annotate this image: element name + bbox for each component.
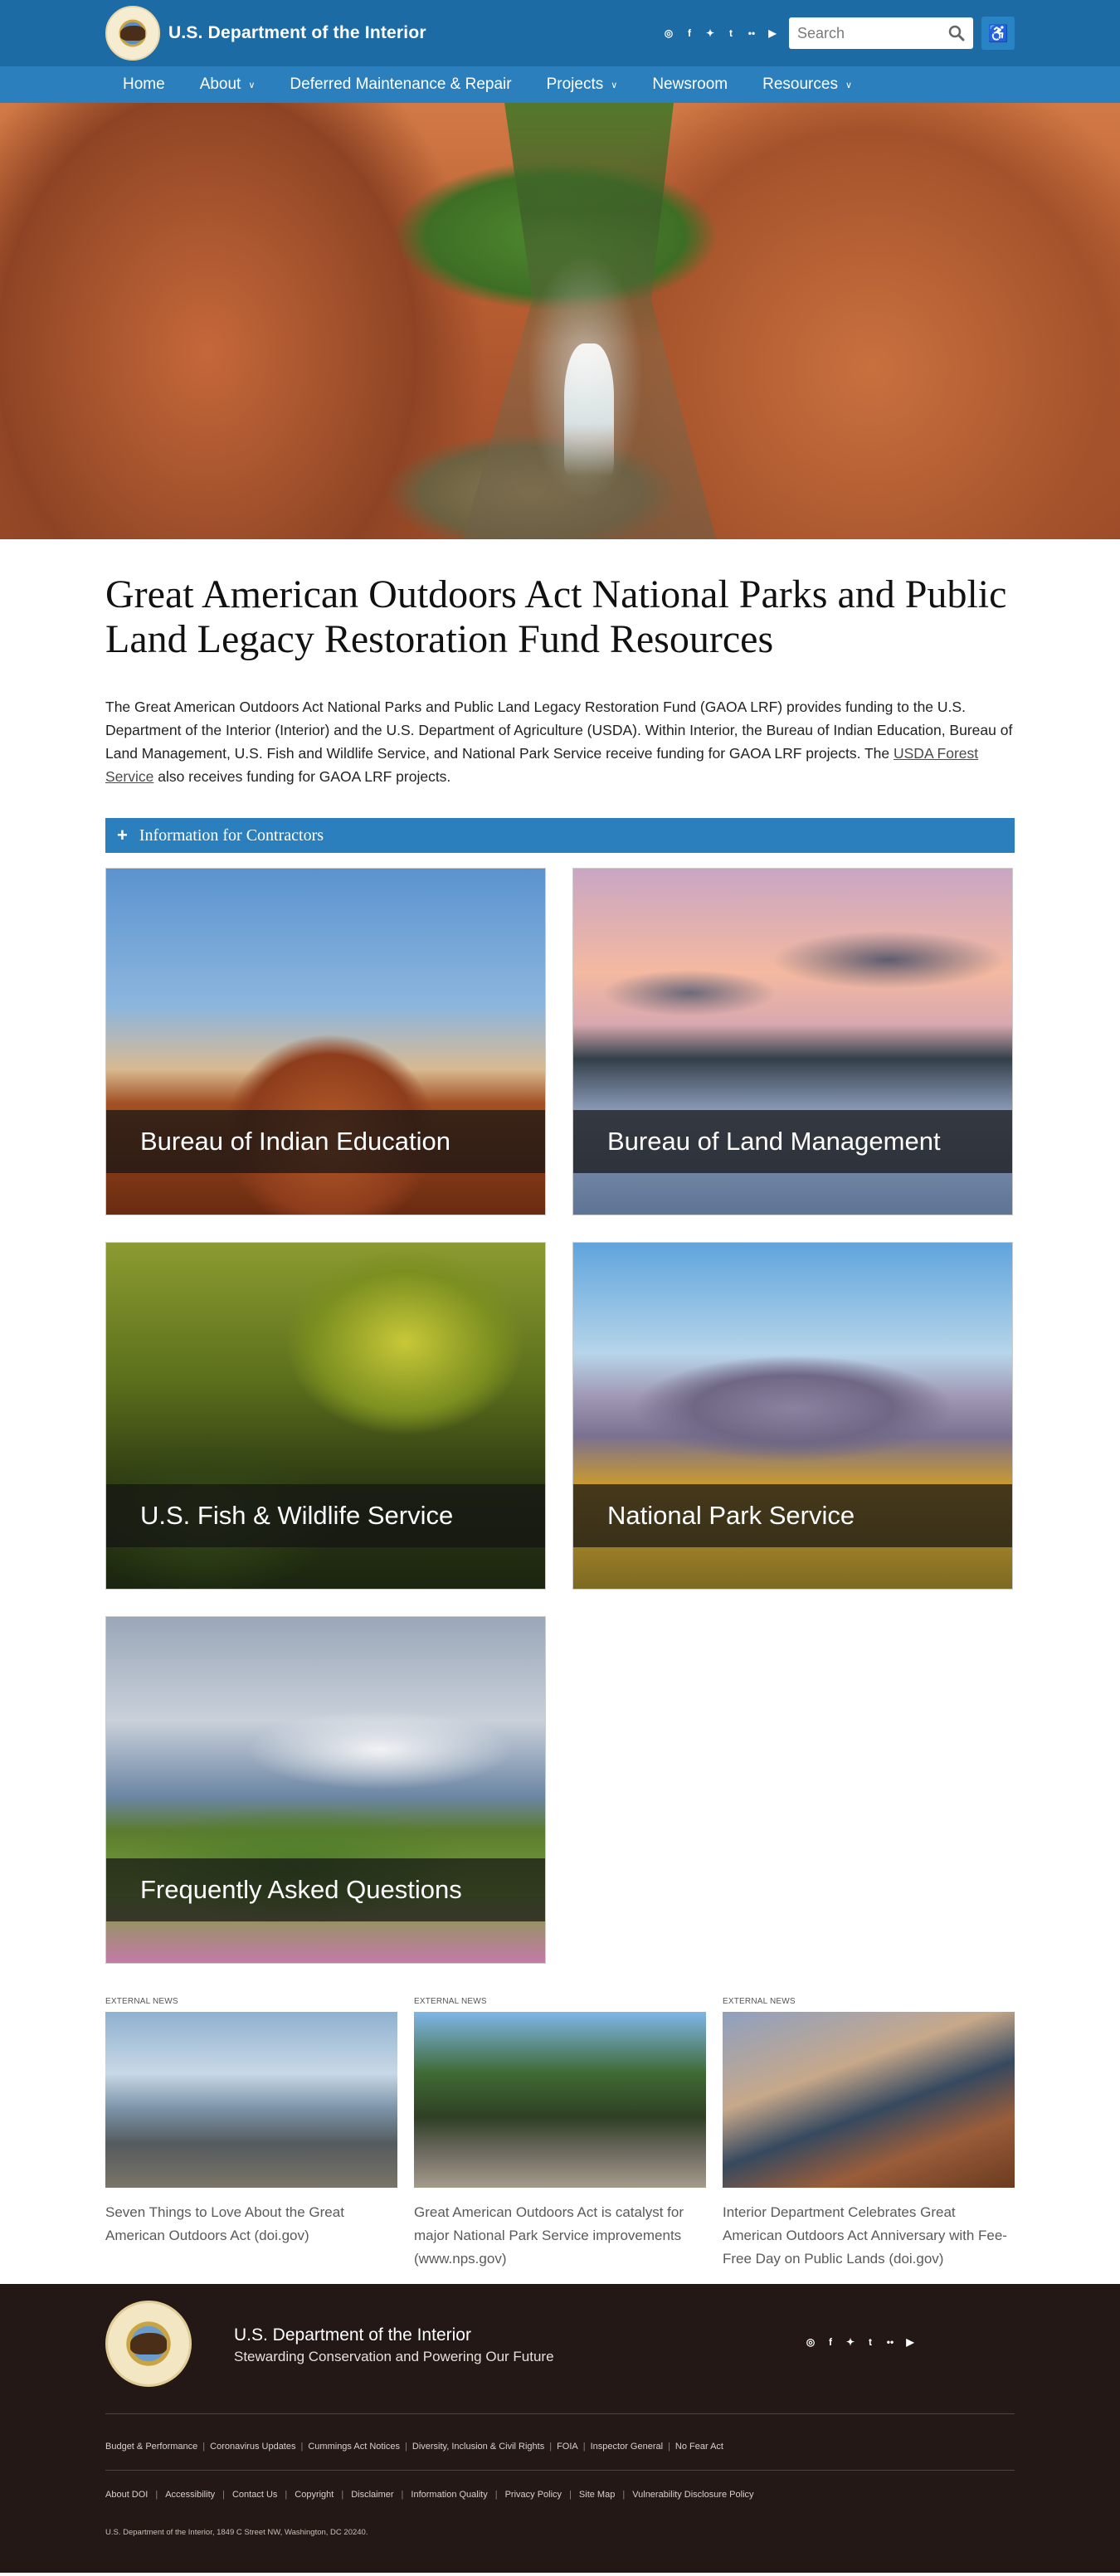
main-content: Great American Outdoors Act National Par…	[105, 572, 1015, 2271]
footer-link[interactable]: Coronavirus Updates	[210, 2442, 295, 2452]
plus-icon: +	[117, 825, 128, 845]
nav-item-projects[interactable]: Projects ∨	[529, 66, 635, 103]
hero-waterfall	[564, 343, 614, 476]
contractors-accordion[interactable]: + Information for Contractors	[105, 818, 1015, 853]
footer-links-row2: About DOI | Accessibility | Contact Us | Co…	[105, 2490, 754, 2500]
instagram-icon[interactable]: ◎	[804, 2335, 817, 2349]
news-item: EXTERNAL NEWS Great American Outdoors Ac…	[414, 1997, 706, 2271]
nav-label: Home	[123, 75, 165, 93]
news-item: EXTERNAL NEWS Seven Things to Love About…	[105, 1997, 397, 2271]
card-caption: Bureau of Indian Education	[106, 1110, 545, 1173]
card-caption: National Park Service	[573, 1484, 1012, 1547]
site-title[interactable]: U.S. Department of the Interior	[168, 23, 426, 43]
nav-item-home[interactable]: Home	[105, 66, 183, 103]
footer-link[interactable]: Accessibility	[165, 2490, 215, 2500]
footer-link[interactable]: Contact Us	[232, 2490, 277, 2500]
news-title-link[interactable]: Interior Department Celebrates Great Ame…	[723, 2201, 1015, 2271]
footer-link[interactable]: Disclaimer	[351, 2490, 393, 2500]
accessibility-icon: ♿	[987, 24, 1009, 43]
news-title-link[interactable]: Seven Things to Love About the Great Ame…	[105, 2201, 397, 2247]
search-box	[789, 17, 973, 49]
chevron-down-icon: ∨	[611, 80, 618, 90]
news-thumbnail[interactable]	[414, 2012, 706, 2188]
bison-icon	[120, 26, 145, 41]
card-caption: U.S. Fish & Wildlife Service	[106, 1484, 545, 1547]
news-tag: EXTERNAL NEWS	[105, 1997, 178, 2006]
news-title-link[interactable]: Great American Outdoors Act is catalyst …	[414, 2201, 706, 2271]
twitter-icon[interactable]: ✦	[844, 2335, 857, 2349]
intro-paragraph: The Great American Outdoors Act National…	[105, 695, 1015, 788]
footer-link[interactable]: FOIA	[557, 2442, 578, 2452]
search-input[interactable]	[797, 24, 948, 42]
hero-image-canyon-waterfall	[0, 103, 1120, 539]
nav-label: Projects	[546, 75, 604, 93]
footer-link[interactable]: Privacy Policy	[505, 2490, 562, 2500]
page-title: Great American Outdoors Act National Par…	[105, 572, 1007, 661]
accessibility-button[interactable]: ♿	[981, 17, 1015, 50]
footer-tagline: Stewarding Conservation and Powering Our…	[234, 2349, 554, 2364]
news-tag: EXTERNAL NEWS	[414, 1997, 487, 2006]
footer-divider	[105, 2413, 1015, 2414]
external-news: EXTERNAL NEWS Seven Things to Love About…	[105, 1997, 1015, 2271]
accordion-label: Information for Contractors	[139, 825, 324, 845]
footer-link[interactable]: Site Map	[579, 2490, 615, 2500]
chevron-down-icon: ∨	[845, 80, 853, 90]
footer-link[interactable]: No Fear Act	[675, 2442, 723, 2452]
footer-link[interactable]: Copyright	[295, 2490, 334, 2500]
nav-item-resources[interactable]: Resources ∨	[745, 66, 869, 103]
main-nav: Home About ∨ Deferred Maintenance & Repai…	[0, 66, 1120, 103]
site-footer: U.S. Department of the Interior Stewardi…	[0, 2284, 1120, 2573]
bureau-cards: Bureau of Indian Education Bureau of Lan…	[105, 868, 1015, 1964]
news-tag: EXTERNAL NEWS	[723, 1997, 796, 2006]
facebook-icon[interactable]: f	[683, 27, 696, 40]
news-thumbnail[interactable]	[105, 2012, 397, 2188]
site-header: U.S. Department of the Interior ◎ f ✦ t …	[0, 0, 1120, 66]
card-bureau-of-land-management[interactable]: Bureau of Land Management	[572, 868, 1013, 1215]
flickr-icon[interactable]: ••	[745, 27, 758, 40]
footer-link[interactable]: Diversity, Inclusion & Civil Rights	[412, 2442, 544, 2452]
news-item: EXTERNAL NEWS Interior Department Celebr…	[723, 1997, 1015, 2271]
twitter-icon[interactable]: ✦	[704, 27, 717, 40]
footer-social-links: ◎ f ✦ t •• ▶	[804, 2335, 917, 2349]
nav-item-deferred-maintenance[interactable]: Deferred Maintenance & Repair	[272, 66, 528, 103]
nav-label: About	[199, 75, 241, 93]
footer-link[interactable]: Budget & Performance	[105, 2442, 197, 2452]
card-bureau-of-indian-education[interactable]: Bureau of Indian Education	[105, 868, 546, 1215]
facebook-icon[interactable]: f	[824, 2335, 837, 2349]
footer-address: U.S. Department of the Interior, 1849 C …	[105, 2528, 368, 2537]
footer-divider	[105, 2470, 1015, 2471]
chevron-down-icon: ∨	[248, 80, 256, 90]
tumblr-icon[interactable]: t	[724, 27, 738, 40]
footer-links-row1: Budget & Performance | Coronavirus Update…	[105, 2442, 723, 2452]
intro-text: The Great American Outdoors Act National…	[105, 699, 1013, 762]
social-links: ◎ f ✦ t •• ▶	[662, 27, 779, 40]
card-faq[interactable]: Frequently Asked Questions	[105, 1616, 546, 1964]
intro-tail: also receives funding for GAOA LRF proje…	[153, 768, 451, 785]
nav-item-about[interactable]: About ∨	[183, 66, 273, 103]
search-icon[interactable]	[948, 25, 965, 41]
doi-seal-logo[interactable]	[105, 2301, 192, 2387]
instagram-icon[interactable]: ◎	[662, 27, 675, 40]
doi-seal-logo[interactable]	[105, 6, 160, 61]
footer-link[interactable]: Vulnerability Disclosure Policy	[632, 2490, 753, 2500]
flickr-icon[interactable]: ••	[884, 2335, 897, 2349]
card-national-park-service[interactable]: National Park Service	[572, 1242, 1013, 1590]
youtube-icon[interactable]: ▶	[903, 2335, 917, 2349]
footer-link[interactable]: Information Quality	[411, 2490, 487, 2500]
card-caption: Frequently Asked Questions	[106, 1858, 545, 1921]
footer-link[interactable]: Inspector General	[591, 2442, 663, 2452]
card-caption: Bureau of Land Management	[573, 1110, 1012, 1173]
tumblr-icon[interactable]: t	[864, 2335, 877, 2349]
footer-link[interactable]: About DOI	[105, 2490, 148, 2500]
footer-org-name: U.S. Department of the Interior	[234, 2325, 471, 2345]
footer-link[interactable]: Cummings Act Notices	[308, 2442, 400, 2452]
bison-icon	[130, 2333, 167, 2354]
nav-item-newsroom[interactable]: Newsroom	[635, 66, 745, 103]
youtube-icon[interactable]: ▶	[766, 27, 779, 40]
card-fish-wildlife-service[interactable]: U.S. Fish & Wildlife Service	[105, 1242, 546, 1590]
news-thumbnail[interactable]	[723, 2012, 1015, 2188]
nav-label: Resources	[762, 75, 838, 93]
nav-label: Deferred Maintenance & Repair	[290, 75, 512, 93]
nav-label: Newsroom	[652, 75, 728, 93]
